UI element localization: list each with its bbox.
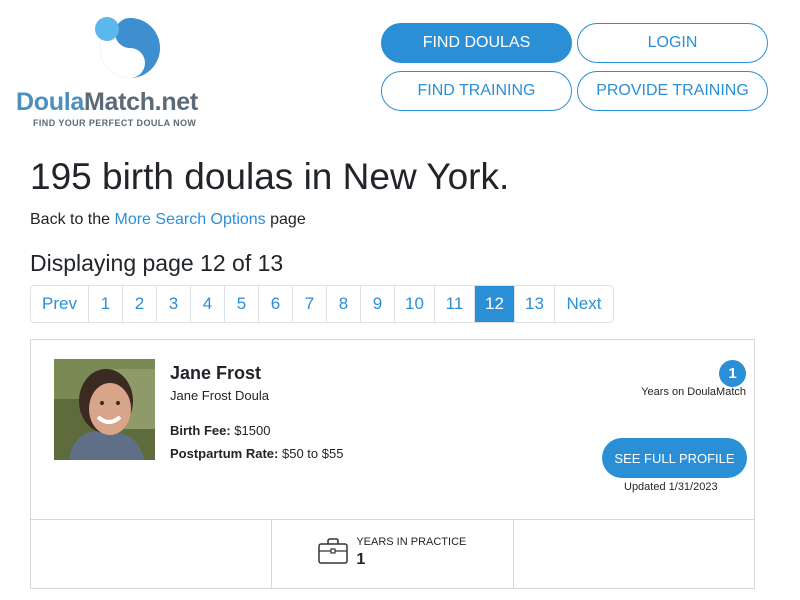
find-doulas-button[interactable]: FIND DOULAS xyxy=(381,23,572,63)
doula-listing-card: Jane Frost Jane Frost Doula Birth Fee: $… xyxy=(30,339,755,589)
site-logo[interactable]: DoulaMatch.net FIND YOUR PERFECT DOULA N… xyxy=(16,12,226,132)
pagination-next[interactable]: Next xyxy=(555,286,613,322)
listing-stats: YEARS IN PRACTICE 1 xyxy=(31,519,754,589)
page-indicator: Displaying page 12 of 13 xyxy=(30,250,284,276)
years-in-practice-label: YEARS IN PRACTICE xyxy=(356,536,467,548)
pagination: Prev 1 2 3 4 5 6 7 8 9 10 11 12 13 Next xyxy=(30,285,614,323)
provide-training-button[interactable]: PROVIDE TRAINING xyxy=(577,71,768,111)
logo-tagline: FIND YOUR PERFECT DOULA NOW xyxy=(33,118,197,128)
pagination-page[interactable]: 10 xyxy=(395,286,435,322)
pagination-page[interactable]: 12 xyxy=(475,286,515,322)
postpartum-rate: Postpartum Rate: $50 to $55 xyxy=(170,446,343,461)
postpartum-rate-label: Postpartum Rate: xyxy=(170,446,279,461)
updated-date: Updated 1/31/2023 xyxy=(624,481,718,493)
briefcase-icon xyxy=(318,538,349,564)
see-full-profile-button[interactable]: SEE FULL PROFILE xyxy=(602,438,747,478)
logo-name-part2: Match.net xyxy=(83,88,198,116)
pagination-page[interactable]: 5 xyxy=(225,286,259,322)
birth-fee-label: Birth Fee: xyxy=(170,423,231,438)
pagination-page[interactable]: 9 xyxy=(361,286,395,322)
postpartum-rate-value: $50 to $55 xyxy=(281,446,344,461)
pagination-page[interactable]: 4 xyxy=(191,286,225,322)
pagination-page[interactable]: 13 xyxy=(515,286,555,322)
pagination-page[interactable]: 11 xyxy=(435,286,475,322)
back-prefix: Back to the xyxy=(30,211,115,228)
years-in-practice-value: 1 xyxy=(356,551,366,568)
doula-name[interactable]: Jane Frost xyxy=(170,363,261,384)
page-title: 195 birth doulas in New York. xyxy=(30,156,510,197)
pagination-page[interactable]: 8 xyxy=(327,286,361,322)
pagination-page[interactable]: 2 xyxy=(123,286,157,322)
years-on-site-badge: 1 xyxy=(719,360,746,387)
pagination-prev[interactable]: Prev xyxy=(31,286,89,322)
logo-name-part1: Doula xyxy=(16,88,84,116)
doula-business-name: Jane Frost Doula xyxy=(170,388,269,403)
years-on-site-label: Years on DoulaMatch xyxy=(641,386,746,398)
pagination-page[interactable]: 7 xyxy=(293,286,327,322)
logo-wordmark: DoulaMatch.net xyxy=(16,88,198,117)
pagination-page[interactable]: 3 xyxy=(157,286,191,322)
birth-fee: Birth Fee: $1500 xyxy=(170,423,270,438)
more-search-options-link[interactable]: More Search Options xyxy=(115,211,266,228)
doula-photo[interactable] xyxy=(54,359,155,460)
back-suffix: page xyxy=(265,211,306,228)
stat-cell-empty-right xyxy=(514,520,754,589)
login-button[interactable]: LOGIN xyxy=(577,23,768,63)
stat-cell-empty-left xyxy=(31,520,273,589)
stat-years-in-practice: YEARS IN PRACTICE 1 xyxy=(272,520,514,589)
doula-photo-image xyxy=(54,359,155,460)
logo-mark-icon xyxy=(95,17,160,78)
pagination-page[interactable]: 1 xyxy=(89,286,123,322)
birth-fee-value: $1500 xyxy=(234,423,271,438)
back-line: Back to the More Search Options page xyxy=(30,211,306,229)
find-training-button[interactable]: FIND TRAINING xyxy=(381,71,572,111)
pagination-page[interactable]: 6 xyxy=(259,286,293,322)
